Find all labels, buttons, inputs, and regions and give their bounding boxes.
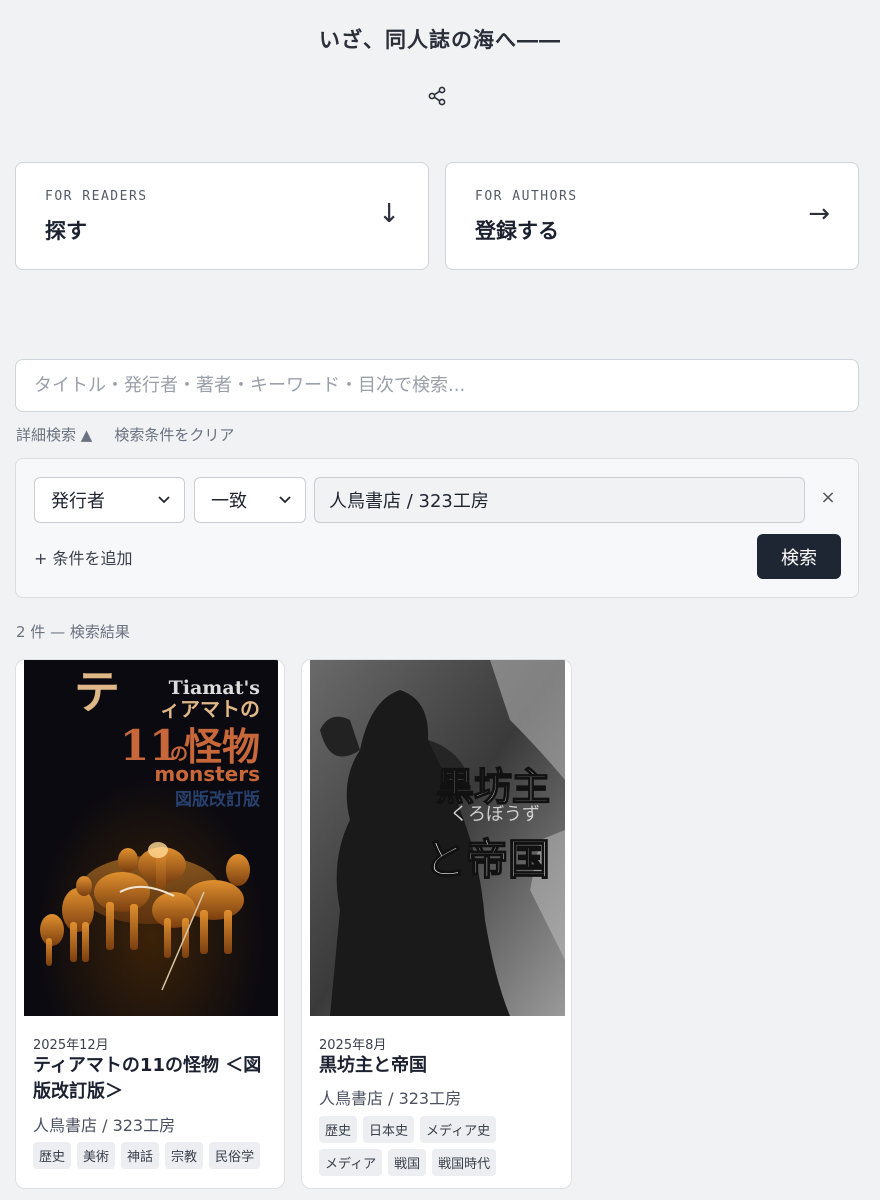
chevron-down-icon <box>279 496 291 504</box>
book-date: 2025年12月 <box>33 1038 109 1053</box>
tag-chip[interactable]: 宗教 <box>165 1142 204 1169</box>
match-select-value: 一致 <box>211 491 247 512</box>
result-count: 2 件 — 検索結果 <box>16 623 130 641</box>
authors-label: 登録する <box>475 219 559 243</box>
search-input[interactable] <box>15 359 859 412</box>
tag-chip[interactable]: 日本史 <box>363 1116 415 1143</box>
book-card[interactable]: テ Tiamat's ィアマトの 11 の 怪物 monsters 図版改訂版 <box>15 659 285 1189</box>
book-card[interactable]: 黒坊主 くろぼうず と帝国 2025年8月 黒坊主と帝国 人鳥書店 / 323工… <box>301 659 572 1189</box>
condition-value-input[interactable]: 人鳥書店 / 323工房 <box>314 477 805 523</box>
condition-value-text: 人鳥書店 / 323工房 <box>329 491 489 512</box>
book-title[interactable]: 黒坊主と帝国 <box>319 1053 559 1079</box>
tag-chip[interactable]: メディア <box>319 1149 383 1176</box>
add-condition-button[interactable]: + 条件を追加 <box>34 545 133 569</box>
tag-chip[interactable]: 戦国 <box>388 1149 427 1176</box>
advanced-filter-panel: 発行者 一致 人鳥書店 / 323工房 × + 条件を追加 検索 <box>15 458 859 598</box>
advanced-search-toggle[interactable]: 詳細検索 ▲ <box>16 424 92 445</box>
book-tags: 歴史 日本史 メディア史 メディア 戦国 戦国時代 <box>319 1116 561 1176</box>
field-select-value: 発行者 <box>51 491 105 512</box>
chevron-down-icon <box>158 496 170 504</box>
tag-chip[interactable]: 戦国時代 <box>432 1149 497 1176</box>
svg-text:と帝国: と帝国 <box>424 835 550 884</box>
clear-conditions-link[interactable]: 検索条件をクリア <box>114 424 234 445</box>
svg-text:Tiamat's: Tiamat's <box>169 677 260 699</box>
share-button[interactable] <box>425 84 449 108</box>
readers-card[interactable]: FOR READERS 探す ↓ <box>15 162 429 270</box>
svg-text:ィアマトの: ィアマトの <box>160 697 260 721</box>
readers-kicker: FOR READERS <box>45 189 148 204</box>
book-cover-image: 黒坊主 くろぼうず と帝国 <box>310 660 565 1016</box>
tag-chip[interactable]: 歴史 <box>319 1116 358 1143</box>
book-publisher: 人鳥書店 / 323工房 <box>319 1089 462 1108</box>
match-select[interactable]: 一致 <box>194 477 306 523</box>
tag-chip[interactable]: 神話 <box>121 1142 160 1169</box>
site-title: いざ、同人誌の海へ―― <box>319 27 561 52</box>
tag-chip[interactable]: 美術 <box>77 1142 116 1169</box>
arrow-right-icon: → <box>808 199 830 229</box>
svg-text:黒坊主: 黒坊主 <box>436 765 550 809</box>
search-button[interactable]: 検索 <box>757 534 841 579</box>
book-cover-image: テ Tiamat's ィアマトの 11 の 怪物 monsters 図版改訂版 <box>24 660 278 1016</box>
book-publisher: 人鳥書店 / 323工房 <box>33 1116 176 1135</box>
svg-text:monsters: monsters <box>154 762 260 786</box>
book-date: 2025年8月 <box>319 1038 387 1053</box>
authors-card[interactable]: FOR AUTHORS 登録する → <box>445 162 859 270</box>
share-icon <box>428 86 446 106</box>
arrow-down-icon: ↓ <box>378 199 400 229</box>
tag-chip[interactable]: 歴史 <box>33 1142 72 1169</box>
svg-text:図版改訂版: 図版改訂版 <box>175 789 260 810</box>
book-tags: 歴史 美術 神話 宗教 民俗学 <box>33 1142 274 1169</box>
tag-chip[interactable]: メディア史 <box>420 1116 497 1143</box>
svg-text:テ: テ <box>74 665 120 719</box>
tag-chip[interactable]: 民俗学 <box>209 1142 261 1169</box>
book-title[interactable]: ティアマトの11の怪物 ＜図版改訂版＞ <box>33 1053 272 1105</box>
readers-label: 探す <box>45 219 87 243</box>
remove-condition-button[interactable]: × <box>820 487 836 508</box>
authors-kicker: FOR AUTHORS <box>475 189 578 204</box>
field-select[interactable]: 発行者 <box>34 477 185 523</box>
svg-text:くろぼうず: くろぼうず <box>450 804 540 825</box>
